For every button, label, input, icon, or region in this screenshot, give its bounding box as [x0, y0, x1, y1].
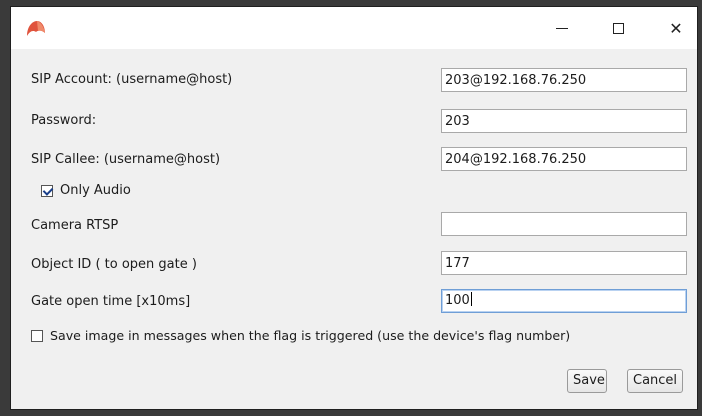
- gate-open-time-value: 100: [445, 293, 470, 308]
- close-icon[interactable]: ✕: [663, 15, 689, 41]
- only-audio-label: Only Audio: [60, 183, 131, 198]
- object-id-label: Object ID ( to open gate ): [31, 257, 197, 272]
- camera-rtsp-field[interactable]: [441, 212, 687, 236]
- sip-callee-field[interactable]: [441, 147, 687, 171]
- save-image-checkbox[interactable]: [31, 329, 43, 342]
- app-logo-icon: [27, 21, 45, 36]
- camera-rtsp-label: Camera RTSP: [31, 218, 119, 233]
- minimize-icon[interactable]: [549, 15, 575, 41]
- only-audio-checkbox[interactable]: [41, 184, 53, 197]
- maximize-icon[interactable]: [605, 15, 631, 41]
- sip-account-label: SIP Account: (username@host): [31, 72, 233, 87]
- sip-account-field[interactable]: [441, 68, 687, 92]
- save-image-label: Save image in messages when the flag is …: [50, 328, 571, 343]
- settings-dialog: ✕ SIP Account: (username@host) Password:…: [10, 6, 698, 410]
- text-caret: [470, 292, 472, 306]
- title-bar[interactable]: ✕: [11, 7, 697, 49]
- cancel-button[interactable]: Cancel: [627, 369, 683, 393]
- save-image-row[interactable]: Save image in messages when the flag is …: [31, 328, 570, 343]
- object-id-field[interactable]: [441, 251, 687, 275]
- save-button[interactable]: Save: [567, 369, 607, 393]
- password-label: Password:: [31, 113, 97, 128]
- gate-open-time-field[interactable]: 100: [441, 289, 687, 313]
- only-audio-row[interactable]: Only Audio: [41, 183, 131, 198]
- sip-callee-label: SIP Callee: (username@host): [31, 152, 221, 167]
- password-field[interactable]: [441, 109, 687, 133]
- gate-open-time-label: Gate open time [x10ms]: [31, 294, 191, 309]
